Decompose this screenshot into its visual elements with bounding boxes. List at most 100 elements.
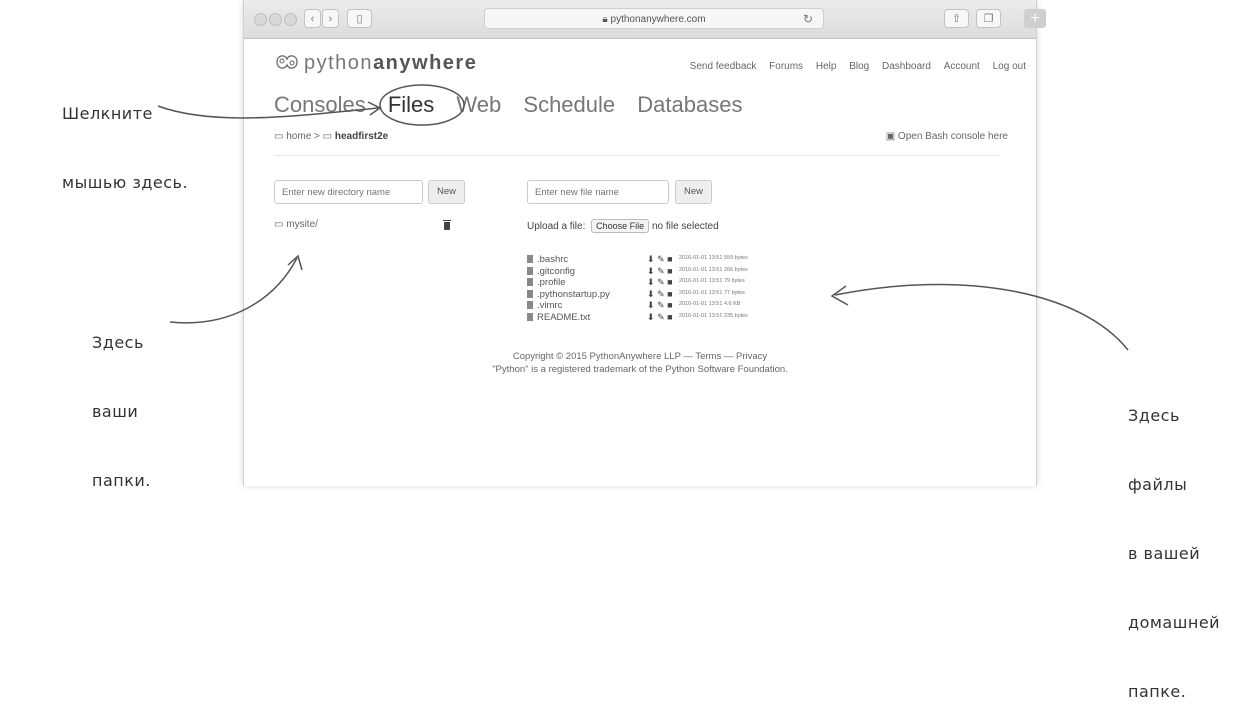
download-icon[interactable]: ⬇ (647, 277, 655, 287)
footer-copyright: Copyright © 2015 PythonAnywhere LLP — Te… (512, 351, 768, 362)
directory-list: ▭ mysite/ (274, 219, 464, 230)
file-name[interactable]: .bashrc (537, 254, 568, 265)
edit-icon[interactable]: ✎ (657, 277, 665, 287)
logo-text-bold: anywhere (373, 52, 478, 74)
folder-icon: ▭ (274, 131, 284, 142)
minimize-window-button[interactable] (269, 13, 282, 26)
terminal-icon: ▣ (885, 131, 896, 142)
file-icon (527, 301, 533, 309)
delete-icon[interactable]: ■ (667, 266, 672, 276)
footer-trademark: "Python" is a registered trademark of th… (492, 364, 788, 375)
forward-button[interactable]: › (322, 9, 339, 28)
file-meta: 2016-01-01 13:51 77 bytes (679, 289, 745, 296)
download-icon[interactable]: ⬇ (647, 312, 655, 322)
file-icon (527, 278, 533, 286)
open-bash-label: Open Bash console here (897, 131, 1008, 142)
file-meta: 2016-01-01 13:51 235 bytes (679, 312, 748, 319)
link-account[interactable]: Account (944, 61, 980, 72)
delete-icon[interactable]: ■ (667, 277, 672, 287)
breadcrumb: ▭ home > ▭ headfirst2e (274, 131, 388, 142)
browser-window: ‹ › ▯ 🔒︎ pythonanywhere.com ↻ ⇧ ❐ + pyth… (243, 0, 1046, 486)
lock-icon: 🔒︎ (602, 14, 608, 25)
new-directory-button[interactable]: New (428, 180, 465, 204)
file-icon (527, 312, 533, 321)
address-bar-url: pythonanywhere.com (610, 14, 706, 25)
reload-icon[interactable]: ↻ (803, 9, 813, 30)
chevron-left-icon: ‹ (310, 13, 315, 25)
logo-text-light: python (304, 52, 374, 74)
site-logo[interactable]: pythonanywhere (274, 52, 477, 75)
file-name[interactable]: .pythonstartup.py (537, 289, 610, 300)
sidebar-icon: ▯ (356, 13, 363, 25)
directory-name[interactable]: mysite/ (286, 219, 318, 230)
delete-icon[interactable]: ■ (667, 300, 672, 310)
browser-titlebar: ‹ › ▯ 🔒︎ pythonanywhere.com ↻ ⇧ ❐ + (244, 0, 1046, 39)
file-icon (527, 289, 533, 298)
new-file-input[interactable] (527, 180, 669, 204)
new-file-button[interactable]: New (675, 180, 712, 204)
open-bash-link[interactable]: ▣ Open Bash console here (886, 131, 1008, 142)
back-button[interactable]: ‹ (304, 9, 321, 28)
edit-icon[interactable]: ✎ (657, 289, 665, 299)
upload-label: Upload a file: (527, 221, 586, 232)
chevron-right-icon: › (328, 13, 333, 25)
share-button[interactable]: ⇧ (944, 9, 969, 28)
folder-icon: ▭ (322, 131, 333, 142)
share-icon: ⇧ (951, 13, 962, 25)
file-meta: 2016-01-01 13:51 266 bytes (679, 266, 748, 273)
file-name[interactable]: .gitconfig (537, 266, 575, 277)
link-help[interactable]: Help (816, 61, 837, 72)
tabs-button[interactable]: ❐ (976, 9, 1001, 28)
edit-icon[interactable]: ✎ (657, 266, 665, 276)
file-name[interactable]: README.txt (537, 312, 590, 323)
link-send-feedback[interactable]: Send feedback (690, 61, 757, 72)
new-directory-input[interactable] (274, 180, 423, 204)
edit-icon[interactable]: ✎ (657, 300, 665, 310)
file-name[interactable]: .profile (537, 277, 566, 288)
tab-files[interactable]: Files (388, 92, 434, 117)
breadcrumb-separator: > (314, 131, 320, 142)
new-tab-button[interactable]: + (1024, 9, 1046, 28)
breadcrumb-home[interactable]: home (286, 131, 311, 142)
annotation-click-here: Шелкните мышью здесь. (62, 104, 189, 192)
sidebar-button[interactable]: ▯ (347, 9, 372, 28)
delete-icon[interactable]: ■ (667, 312, 672, 322)
file-meta: 2016-01-01 13:51 79 bytes (679, 278, 745, 284)
tab-schedule[interactable]: Schedule (523, 92, 615, 117)
download-icon[interactable]: ⬇ (647, 300, 655, 310)
tab-consoles[interactable]: Consoles (274, 92, 366, 117)
list-item[interactable]: ▭ mysite/ (274, 219, 464, 230)
edit-icon[interactable]: ✎ (657, 312, 665, 322)
download-icon[interactable]: ⬇ (647, 289, 655, 299)
tab-web[interactable]: Web (456, 92, 501, 117)
download-icon[interactable]: ⬇ (647, 266, 655, 276)
download-icon[interactable]: ⬇ (647, 254, 655, 264)
annotation-files: Здесь файлы в вашей домашней папке. (1128, 406, 1221, 701)
link-blog[interactable]: Blog (849, 61, 869, 72)
tab-databases[interactable]: Databases (637, 92, 742, 117)
folder-icon: ▭ (274, 219, 284, 230)
edit-icon[interactable]: ✎ (657, 254, 665, 264)
delete-icon[interactable] (443, 220, 451, 230)
link-dashboard[interactable]: Dashboard (882, 61, 931, 72)
zoom-window-button[interactable] (284, 13, 297, 26)
address-bar[interactable]: 🔒︎ pythonanywhere.com ↻ (484, 8, 824, 29)
main-nav: Consoles Files Web Schedule Databases (274, 92, 758, 118)
breadcrumb-current: headfirst2e (334, 131, 389, 142)
no-file-selected: no file selected (651, 221, 719, 232)
file-meta: 2016-01-01 13:51 559 bytes (679, 255, 748, 261)
delete-icon[interactable]: ■ (667, 254, 672, 264)
link-log-out[interactable]: Log out (993, 61, 1026, 72)
upload-row: Upload a file: Choose File no file selec… (527, 219, 719, 233)
file-name[interactable]: .vimrc (537, 300, 562, 311)
close-window-button[interactable] (254, 13, 267, 26)
file-meta: 2016-01-01 13:51 4.6 KB (679, 301, 741, 307)
link-forums[interactable]: Forums (769, 61, 803, 72)
choose-file-button[interactable]: Choose File (591, 219, 650, 233)
divider (274, 155, 1000, 156)
annotation-folders: Здесь ваши папки. (92, 333, 151, 490)
tabs-icon: ❐ (983, 13, 994, 25)
pythonanywhere-logo-icon (276, 55, 298, 69)
plus-icon: + (1030, 10, 1040, 27)
delete-icon[interactable]: ■ (667, 289, 672, 299)
